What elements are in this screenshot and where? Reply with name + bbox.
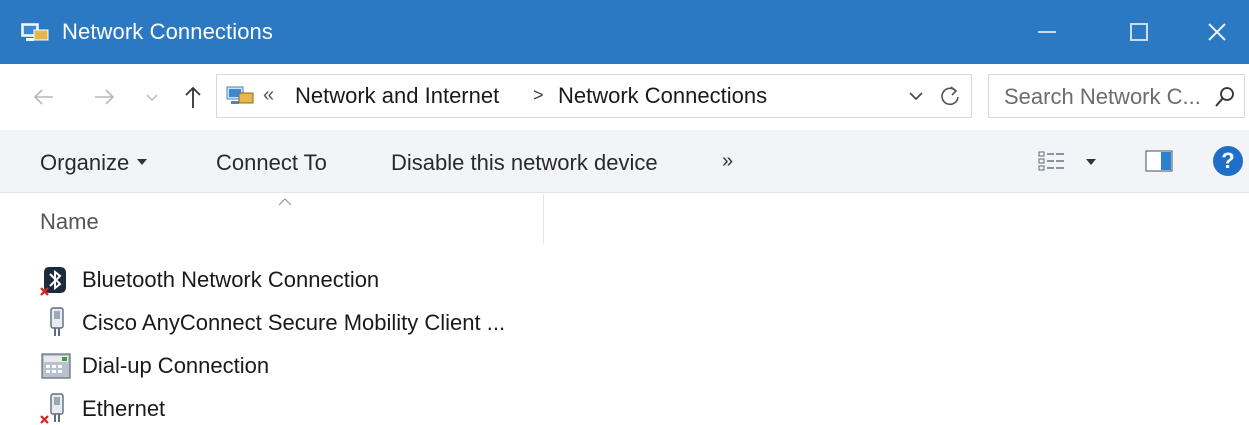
breadcrumb-network-connections[interactable]: Network Connections	[558, 83, 767, 109]
network-adapter-icon	[50, 307, 64, 336]
list-item[interactable]: Dial-up Connection	[38, 349, 558, 383]
refresh-icon[interactable]	[937, 83, 963, 109]
bluetooth-adapter-icon	[40, 267, 66, 296]
minimize-icon	[1038, 31, 1056, 33]
window-title: Network Connections	[62, 19, 273, 44]
item-label: Cisco AnyConnect Secure Mobility Client …	[82, 310, 506, 335]
item-label: Dial-up Connection	[82, 353, 270, 378]
address-dropdown-icon[interactable]	[905, 85, 927, 107]
close-icon	[1208, 23, 1226, 41]
address-bar[interactable]: « Network and Internet > Network Connect…	[216, 74, 972, 118]
network-connections-icon	[21, 23, 49, 41]
breadcrumb-overflow[interactable]: «	[263, 84, 274, 107]
command-bar: Organize Connect To Disable this network…	[0, 130, 1249, 193]
list-item[interactable]: Ethernet	[38, 392, 558, 425]
recent-locations-button[interactable]	[140, 82, 164, 112]
up-arrow-icon	[185, 86, 201, 108]
close-button[interactable]	[1185, 0, 1249, 64]
title-bar[interactable]: Network Connections	[0, 0, 1249, 64]
ethernet-adapter-icon	[40, 393, 64, 424]
item-label: Bluetooth Network Connection	[82, 267, 380, 292]
column-divider[interactable]	[543, 194, 544, 244]
search-icon[interactable]	[1213, 85, 1237, 109]
organize-label: Organize	[40, 150, 130, 175]
breadcrumb-separator-icon[interactable]: >	[533, 85, 544, 106]
breadcrumb-network-and-internet[interactable]: Network and Internet	[295, 83, 499, 109]
more-commands-button[interactable]: »	[722, 150, 733, 173]
maximize-icon	[1130, 23, 1148, 41]
list-item[interactable]: Cisco AnyConnect Secure Mobility Client …	[38, 306, 558, 340]
network-connections-icon	[226, 86, 254, 104]
search-placeholder: Search Network C...	[1004, 84, 1201, 109]
preview-pane-icon[interactable]	[1145, 149, 1173, 173]
forward-arrow-icon	[95, 89, 115, 105]
help-icon[interactable]: ?	[1213, 146, 1243, 176]
maximize-button[interactable]	[1093, 0, 1185, 64]
forward-button[interactable]	[86, 82, 122, 112]
item-label: Ethernet	[82, 396, 166, 421]
column-header-row	[0, 194, 1249, 244]
caret-down-icon	[137, 159, 148, 166]
connect-to-button[interactable]: Connect To	[216, 150, 327, 176]
change-view-icon[interactable]	[1038, 150, 1066, 174]
column-header-name[interactable]: Name	[40, 209, 99, 235]
chevron-down-icon	[146, 94, 158, 101]
list-item[interactable]: Bluetooth Network Connection	[38, 263, 558, 297]
back-arrow-icon	[33, 89, 53, 105]
view-options-dropdown[interactable]	[1086, 159, 1096, 165]
organize-button[interactable]: Organize	[40, 150, 148, 176]
dialup-modem-icon	[41, 353, 71, 379]
disable-device-button[interactable]: Disable this network device	[391, 150, 658, 176]
search-input[interactable]: Search Network C...	[988, 74, 1245, 118]
sort-ascending-icon	[278, 198, 292, 206]
up-button[interactable]	[178, 82, 208, 112]
minimize-button[interactable]	[1001, 0, 1093, 64]
back-button[interactable]	[26, 82, 62, 112]
address-row: « Network and Internet > Network Connect…	[0, 64, 1249, 130]
